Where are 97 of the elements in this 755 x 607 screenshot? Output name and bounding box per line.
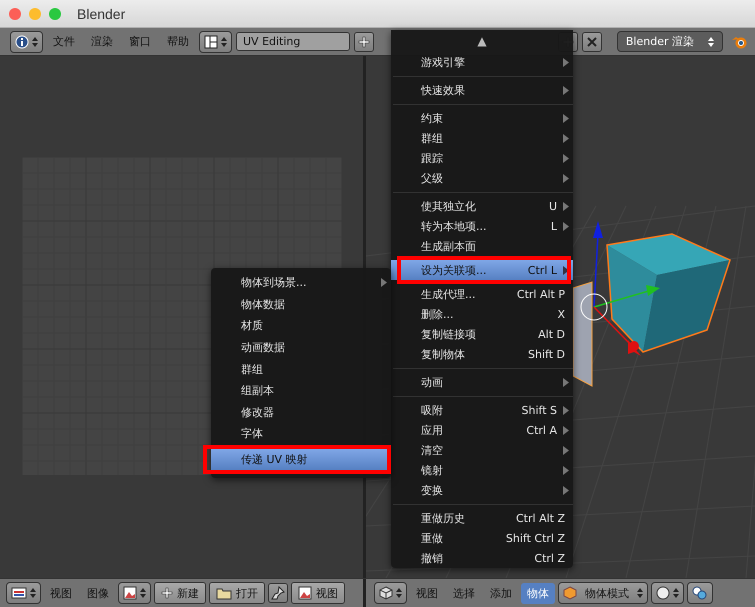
menu-item[interactable]: 物体到场景... [211, 272, 391, 294]
menu-item[interactable]: 删除... X [391, 304, 573, 324]
render-engine-dropdown[interactable]: Blender 渲染 [616, 31, 723, 52]
menu-item[interactable]: 添加 [484, 582, 518, 604]
submenu-arrow-icon [563, 266, 569, 274]
folder-icon [216, 586, 232, 600]
scroll-up-arrow[interactable]: ▲ [391, 30, 573, 52]
submenu-arrow-icon [563, 406, 569, 414]
layout-name-field[interactable]: UV Editing [236, 32, 350, 51]
updown-icon [396, 587, 402, 599]
menu-item[interactable]: 吸附 Shift S [391, 400, 573, 420]
window-title: Blender [77, 6, 126, 22]
menu-item[interactable]: 重做 Shift Ctrl Z [391, 528, 573, 548]
menu-item[interactable]: 清空 [391, 440, 573, 460]
submenu-arrow-icon [381, 278, 387, 288]
menu-item[interactable]: 群组 [211, 358, 391, 380]
menu-item[interactable]: 窗口 [123, 31, 157, 52]
menu-item[interactable]: 撤销 Ctrl Z [391, 548, 573, 568]
circles-icon [692, 586, 708, 600]
menu-item[interactable]: 物体数据 [211, 294, 391, 316]
cube-icon [379, 586, 393, 600]
menu-item[interactable]: 镜射 [391, 460, 573, 480]
picture-icon [123, 586, 137, 600]
mode-dropdown[interactable]: 物体模式 [558, 582, 648, 604]
layout-icon [204, 34, 218, 48]
menu-item[interactable]: 文件 [47, 31, 81, 52]
close-icon [586, 36, 598, 48]
menu-item[interactable]: 变换 [391, 480, 573, 500]
sphere-icon [656, 586, 670, 600]
menu-item[interactable]: 字体 [211, 423, 391, 445]
delete-scene-button[interactable] [582, 32, 602, 52]
submenu-arrow-icon [563, 222, 569, 230]
menu-item[interactable]: 视图 [44, 582, 78, 604]
menu-item[interactable]: 帮助 [161, 31, 195, 52]
image-editor-icon [11, 587, 27, 599]
updown-icon [32, 36, 38, 48]
menu-item[interactable]: 复制链接项 Alt D [391, 324, 573, 344]
editor-type-selector[interactable] [6, 582, 41, 604]
plus-icon [161, 587, 173, 599]
image-browse-selector[interactable] [118, 582, 151, 604]
menu-item[interactable]: 动画数据 [211, 336, 391, 358]
editor-type-selector[interactable] [374, 582, 407, 604]
submenu-arrow-icon [563, 174, 569, 182]
updown-icon [140, 587, 146, 599]
view-button[interactable]: 视图 [291, 582, 345, 604]
pin-icon [271, 586, 285, 600]
info-icon [15, 34, 29, 48]
plus-icon [358, 36, 370, 48]
3d-cursor-icon [580, 294, 608, 320]
menu-item[interactable]: 生成副本面 [391, 236, 573, 256]
menu-item[interactable]: 使其独立化 U [391, 196, 573, 216]
info-editor-selector[interactable] [10, 30, 43, 52]
submenu-arrow-icon [563, 446, 569, 454]
menu-item[interactable]: 复制物体 Shift D [391, 344, 573, 364]
menu-item[interactable]: 生成代理... Ctrl Alt P [391, 284, 573, 304]
menu-item[interactable]: 群组 [391, 128, 573, 148]
submenu-arrow-icon [563, 114, 569, 122]
menu-item[interactable]: 应用 Ctrl A [391, 420, 573, 440]
cube-icon [563, 586, 577, 600]
pivot-dropdown[interactable] [687, 582, 713, 604]
picture-icon [298, 586, 312, 600]
submenu-arrow-icon [563, 202, 569, 210]
layout-selector[interactable] [199, 30, 232, 52]
add-layout-button[interactable] [354, 32, 374, 52]
menu-item[interactable]: 约束 [391, 108, 573, 128]
menu-item[interactable]: 动画 [391, 372, 573, 392]
pin-button[interactable] [268, 583, 288, 603]
submenu-arrow-icon [563, 466, 569, 474]
submenu-arrow-icon [563, 154, 569, 162]
menu-item[interactable]: 快速效果 [391, 80, 573, 100]
menu-item[interactable]: 修改器 [211, 402, 391, 424]
submenu-arrow-icon [563, 134, 569, 142]
updown-icon [708, 36, 714, 48]
menu-item[interactable]: 游戏引擎 [391, 52, 573, 72]
menu-item[interactable]: 视图 [410, 582, 444, 604]
menu-item[interactable]: 材质 [211, 315, 391, 337]
menu-item[interactable]: 转为本地项... L [391, 216, 573, 236]
menu-item[interactable]: 图像 [81, 582, 115, 604]
updown-icon [221, 36, 227, 48]
open-image-button[interactable]: 打开 [209, 582, 265, 604]
menu-item[interactable]: 选择 [447, 582, 481, 604]
new-image-button[interactable]: 新建 [154, 582, 206, 604]
updown-icon [637, 587, 643, 599]
submenu-arrow-icon [563, 486, 569, 494]
menu-item[interactable]: 物体 [521, 582, 555, 604]
updown-icon [673, 587, 679, 599]
menu-item[interactable]: 渲染 [85, 31, 119, 52]
menu-item[interactable]: 父级 [391, 168, 573, 188]
submenu-arrow-icon [563, 86, 569, 94]
shading-dropdown[interactable] [651, 582, 684, 604]
submenu-arrow-icon [563, 58, 569, 66]
menu-item[interactable]: 跟踪 [391, 148, 573, 168]
submenu-arrow-icon [563, 378, 569, 386]
menu-item[interactable]: 重做历史 Ctrl Alt Z [391, 508, 573, 528]
updown-icon [30, 587, 36, 599]
menu-item[interactable]: 组副本 [211, 380, 391, 402]
submenu-arrow-icon [563, 426, 569, 434]
